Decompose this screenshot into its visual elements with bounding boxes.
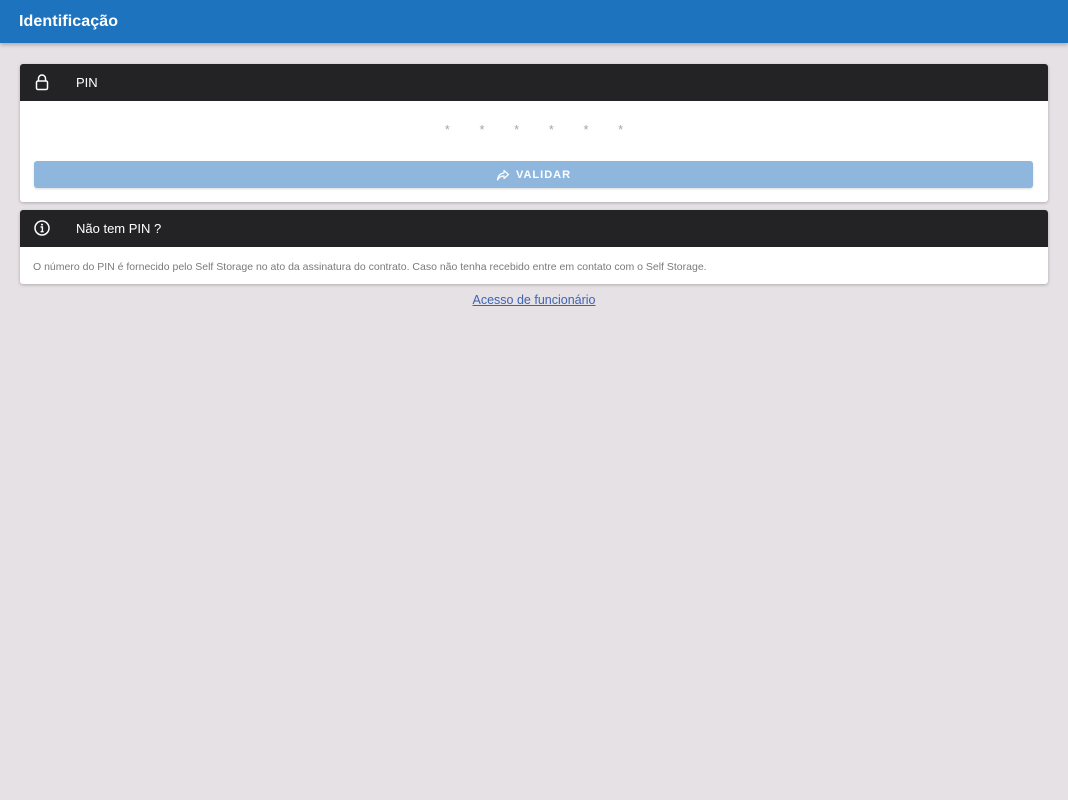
lock-icon bbox=[35, 74, 49, 91]
info-text: O número do PIN é fornecido pelo Self St… bbox=[33, 261, 707, 273]
pin-card-title: PIN bbox=[76, 75, 98, 90]
info-icon bbox=[34, 220, 50, 236]
info-card: Não tem PIN ? O número do PIN é fornecid… bbox=[20, 210, 1048, 284]
staff-access-link[interactable]: Acesso de funcionário bbox=[0, 293, 1068, 307]
page-title: Identificação bbox=[19, 12, 119, 30]
share-arrow-icon bbox=[496, 169, 510, 181]
info-card-title: Não tem PIN ? bbox=[76, 221, 162, 236]
app-bar: Identificação bbox=[0, 0, 1068, 43]
validate-button-label: VALIDAR bbox=[515, 168, 572, 181]
pin-card-header: PIN bbox=[20, 64, 1048, 101]
validate-button[interactable]: VALIDAR bbox=[34, 161, 1033, 188]
pin-input[interactable]: * * * * * * bbox=[20, 122, 1048, 137]
pin-card: PIN * * * * * * VALIDAR bbox=[20, 64, 1048, 202]
info-card-header: Não tem PIN ? bbox=[20, 210, 1048, 247]
